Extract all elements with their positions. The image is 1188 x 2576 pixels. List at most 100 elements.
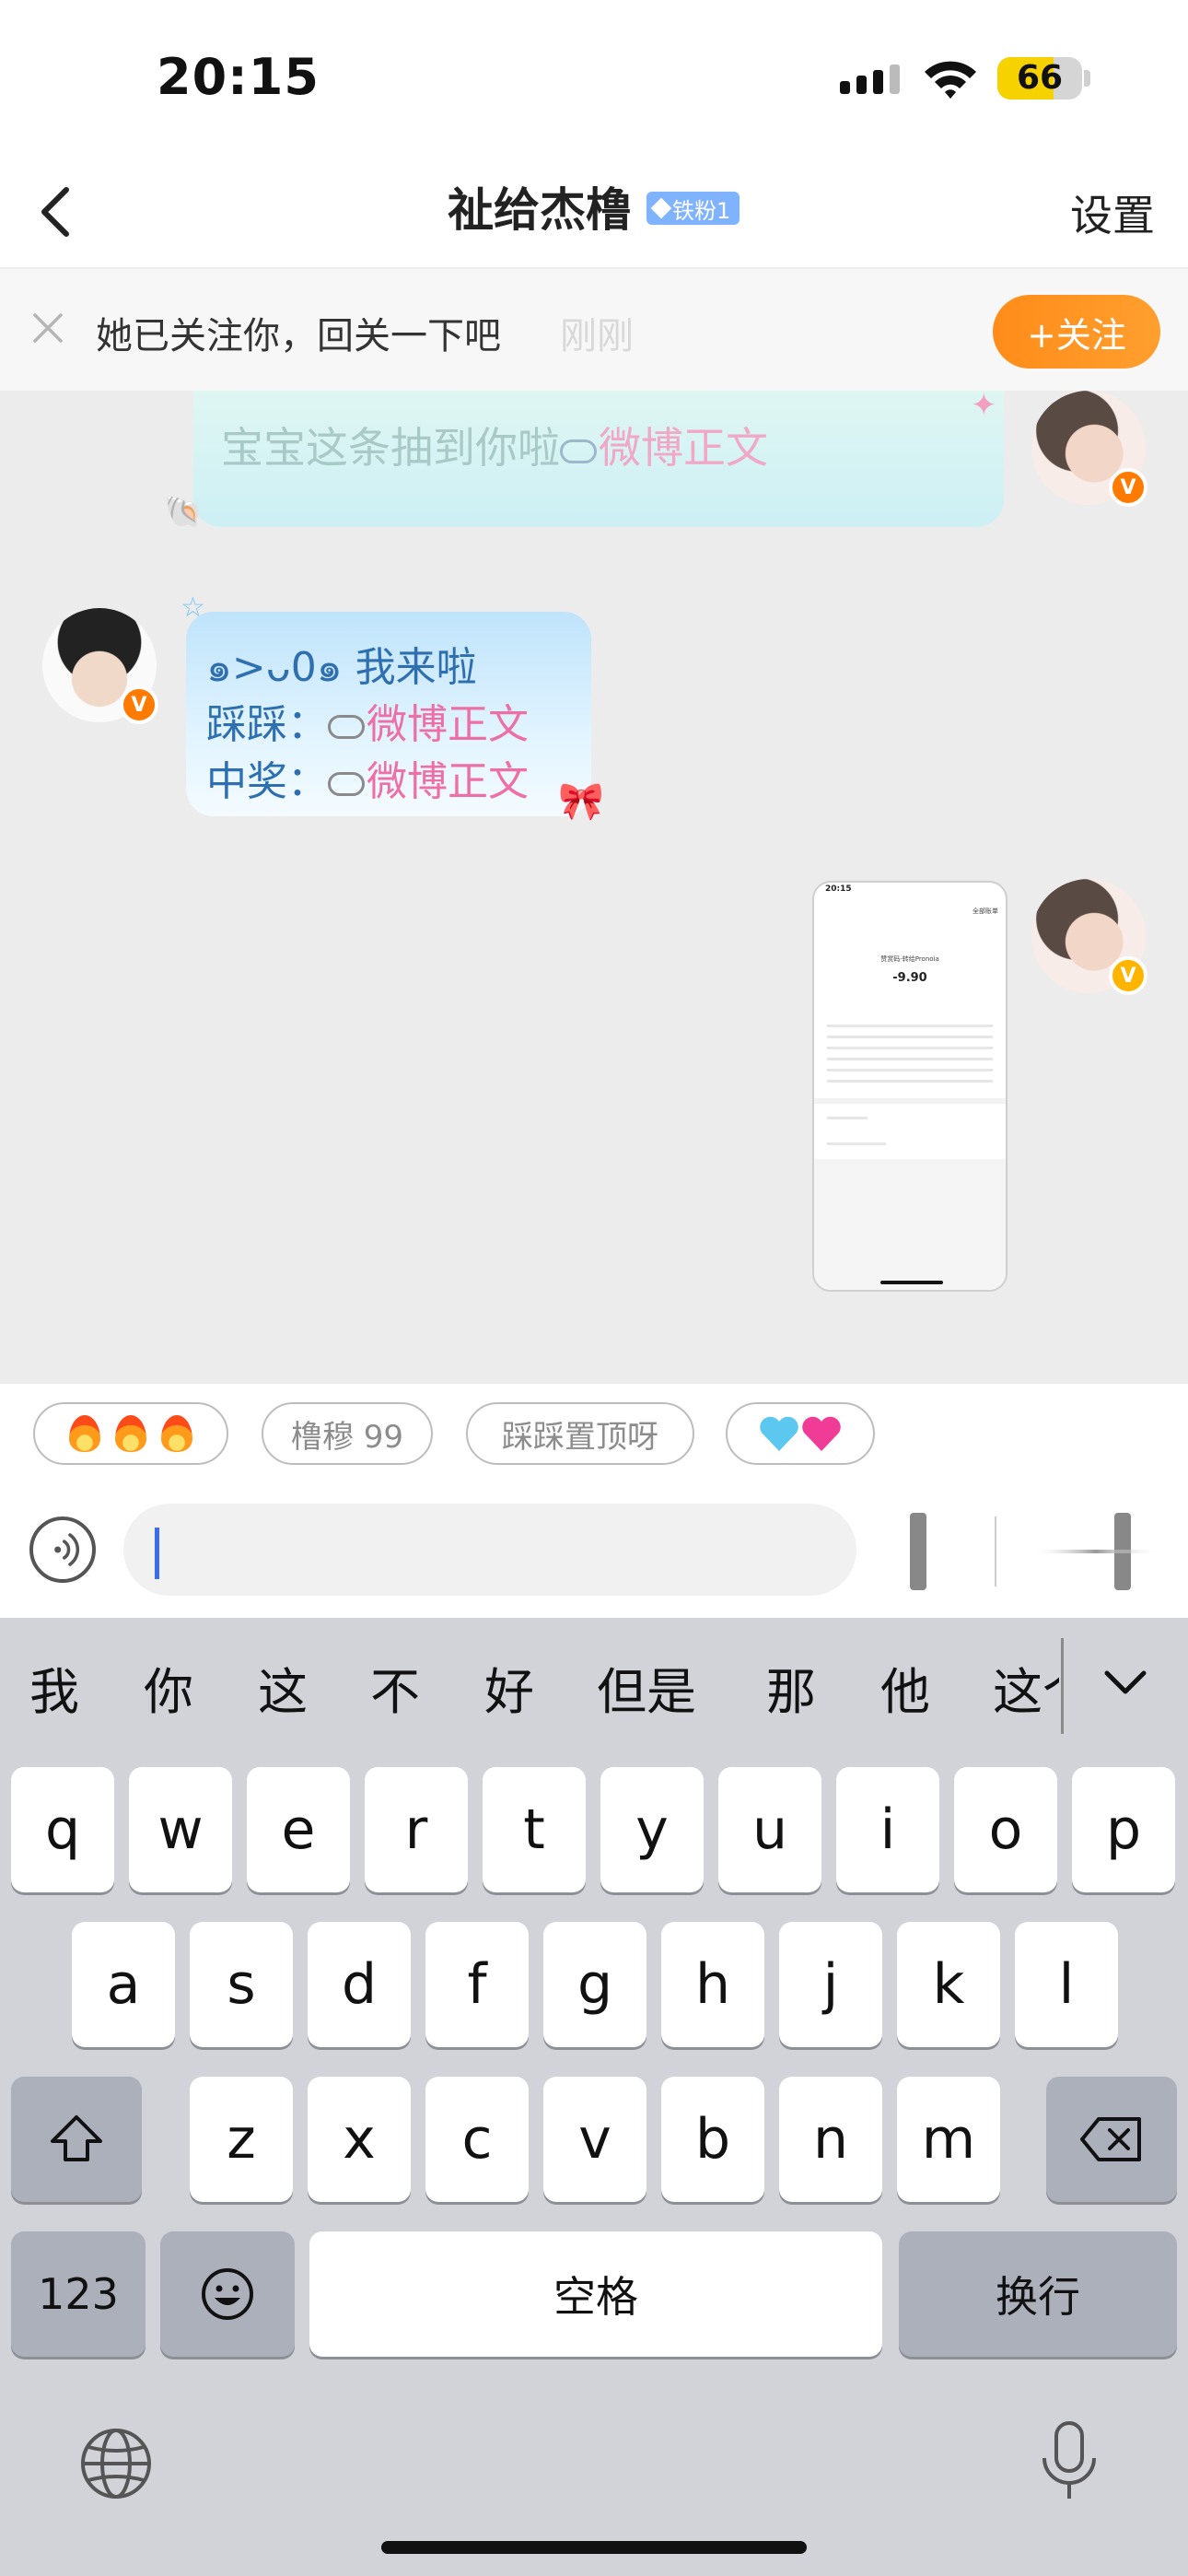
quick-reply-hearts[interactable] bbox=[726, 1402, 875, 1465]
candidate-word[interactable]: 我 bbox=[29, 1651, 79, 1724]
chat-title: 祉给杰橹 bbox=[448, 183, 632, 237]
weibo-link-icon bbox=[560, 439, 597, 463]
quick-reply-2[interactable]: 橹穆 99 bbox=[262, 1402, 433, 1465]
candidate-word[interactable]: 这个 bbox=[993, 1651, 1059, 1724]
message-line-2: 踩踩： 微博正文 bbox=[206, 701, 529, 748]
key-p[interactable]: p bbox=[1072, 1767, 1175, 1892]
keyboard: 我 你 这 不 好 但是 那 他 这个 q w e r t y u i o p … bbox=[0, 1618, 1188, 2576]
verified-badge-icon: V bbox=[1109, 468, 1147, 507]
key-u[interactable]: u bbox=[718, 1767, 821, 1892]
verified-badge-icon: V bbox=[120, 685, 158, 724]
fire-icon bbox=[115, 1415, 146, 1452]
key-g[interactable]: g bbox=[543, 1922, 646, 2047]
quick-reply-3[interactable]: 踩踩置顶呀 bbox=[466, 1402, 694, 1465]
weibo-link-icon bbox=[328, 715, 365, 739]
follow-timestamp: 刚刚 bbox=[560, 315, 634, 357]
key-k[interactable]: k bbox=[897, 1922, 1000, 2047]
message-line-1: ๑>ᴗ0๑ 我来啦 bbox=[206, 644, 477, 691]
shell-sticker-icon: 🐚 bbox=[164, 494, 204, 531]
text-cursor bbox=[155, 1528, 159, 1579]
candidate-word[interactable]: 他 bbox=[880, 1651, 930, 1724]
backspace-key[interactable] bbox=[1046, 2077, 1177, 2202]
key-v[interactable]: v bbox=[543, 2077, 646, 2202]
key-h[interactable]: h bbox=[661, 1922, 764, 2047]
settings-button[interactable]: 设置 bbox=[1070, 182, 1155, 243]
follow-button[interactable]: +关注 bbox=[993, 295, 1160, 369]
input-bar bbox=[0, 1480, 1188, 1618]
image-message-screenshot[interactable]: 20:15 全部账单 赞赏码-转给Pronoia -9.90 bbox=[812, 881, 1007, 1292]
voice-input-icon[interactable] bbox=[29, 1516, 96, 1583]
screenshot-amount: -9.90 bbox=[892, 971, 927, 985]
key-w[interactable]: w bbox=[129, 1767, 232, 1892]
screenshot-header: 全部账单 bbox=[973, 907, 998, 915]
candidate-word[interactable]: 但是 bbox=[597, 1651, 696, 1724]
shift-arrow-icon bbox=[51, 2115, 102, 2161]
fan-badge: 铁粉1 bbox=[646, 192, 740, 225]
key-e[interactable]: e bbox=[247, 1767, 350, 1892]
follow-back-banner: 她已关注你，回关一下吧 刚刚 +关注 bbox=[0, 269, 1188, 391]
battery-icon: 66 bbox=[997, 57, 1082, 100]
quick-reply-bar: 橹穆 99 踩踩置顶呀 bbox=[0, 1384, 1188, 1480]
message-bubble-received[interactable]: ๑>ᴗ0๑ 我来啦 踩踩： 微博正文 中奖： 微博正文 bbox=[186, 612, 591, 816]
quick-reply-fire[interactable] bbox=[33, 1402, 228, 1465]
key-l[interactable]: l bbox=[1015, 1922, 1118, 2047]
key-d[interactable]: d bbox=[308, 1922, 411, 2047]
key-n[interactable]: n bbox=[779, 2077, 882, 2202]
key-x[interactable]: x bbox=[308, 2077, 411, 2202]
key-z[interactable]: z bbox=[190, 2077, 293, 2202]
weibo-post-link[interactable]: 微博正文 bbox=[599, 423, 768, 473]
weibo-post-link[interactable]: 微博正文 bbox=[367, 758, 529, 805]
star-sticker-icon: ✦ bbox=[971, 387, 997, 424]
message-input[interactable] bbox=[123, 1504, 856, 1596]
bow-sticker-icon: 🎀 bbox=[558, 780, 604, 823]
candidate-bar: 我 你 这 不 好 但是 那 他 这个 bbox=[0, 1618, 1188, 1736]
wifi-icon bbox=[925, 61, 976, 99]
weibo-post-link[interactable]: 微博正文 bbox=[367, 701, 529, 748]
return-key[interactable]: 换行 bbox=[899, 2231, 1177, 2357]
key-t[interactable]: t bbox=[483, 1767, 586, 1892]
key-y[interactable]: y bbox=[600, 1767, 704, 1892]
shift-key[interactable] bbox=[11, 2077, 142, 2202]
numbers-key[interactable]: 123 bbox=[11, 2231, 146, 2357]
close-icon[interactable] bbox=[26, 306, 70, 350]
screenshot-time: 20:15 bbox=[825, 884, 852, 894]
key-a[interactable]: a bbox=[72, 1922, 175, 2047]
message-line-3: 中奖： 微博正文 bbox=[206, 758, 529, 805]
microphone-icon[interactable] bbox=[1037, 2419, 1101, 2504]
key-j[interactable]: j bbox=[779, 1922, 882, 2047]
status-time: 20:15 bbox=[157, 48, 320, 106]
key-q[interactable]: q bbox=[11, 1767, 114, 1892]
candidate-word[interactable]: 你 bbox=[144, 1651, 193, 1724]
message-text-sent-1: 宝宝这条抽到你啦 微博正文 bbox=[221, 423, 768, 473]
key-b[interactable]: b bbox=[661, 2077, 764, 2202]
candidate-word[interactable]: 不 bbox=[370, 1651, 420, 1724]
verified-badge-icon: V bbox=[1109, 956, 1147, 995]
emoji-key[interactable] bbox=[160, 2231, 295, 2357]
battery-tip bbox=[1084, 70, 1090, 87]
candidate-word[interactable]: 这 bbox=[258, 1651, 308, 1724]
key-r[interactable]: r bbox=[365, 1767, 468, 1892]
fire-icon bbox=[69, 1415, 100, 1452]
key-o[interactable]: o bbox=[954, 1767, 1057, 1892]
key-m[interactable]: m bbox=[897, 2077, 1000, 2202]
candidate-word[interactable]: 那 bbox=[766, 1651, 816, 1724]
chevron-down-icon[interactable] bbox=[1098, 1655, 1153, 1710]
globe-icon[interactable] bbox=[79, 2427, 153, 2500]
avatar-self[interactable]: V bbox=[1031, 391, 1147, 507]
nav-bar: 祉给杰橹 铁粉1 设置 bbox=[0, 157, 1188, 269]
key-c[interactable]: c bbox=[425, 2077, 529, 2202]
candidate-word[interactable]: 好 bbox=[484, 1651, 534, 1724]
avatar-self[interactable]: V bbox=[1031, 879, 1147, 995]
key-i[interactable]: i bbox=[836, 1767, 939, 1892]
status-bar: 20:15 66 bbox=[0, 0, 1188, 157]
space-key[interactable]: 空格 bbox=[309, 2231, 882, 2357]
avatar-other[interactable]: V bbox=[42, 608, 158, 724]
fan-badge-label: 铁粉1 bbox=[672, 197, 731, 224]
screenshot-merchant: 赞赏码-转给Pronoia bbox=[880, 955, 939, 963]
sticker-button-icon[interactable] bbox=[884, 1507, 1160, 1596]
key-s[interactable]: s bbox=[190, 1922, 293, 2047]
key-f[interactable]: f bbox=[425, 1922, 529, 2047]
pink-heart-icon bbox=[802, 1416, 841, 1451]
back-arrow-icon[interactable] bbox=[26, 177, 90, 247]
battery-level: 66 bbox=[1016, 59, 1064, 97]
